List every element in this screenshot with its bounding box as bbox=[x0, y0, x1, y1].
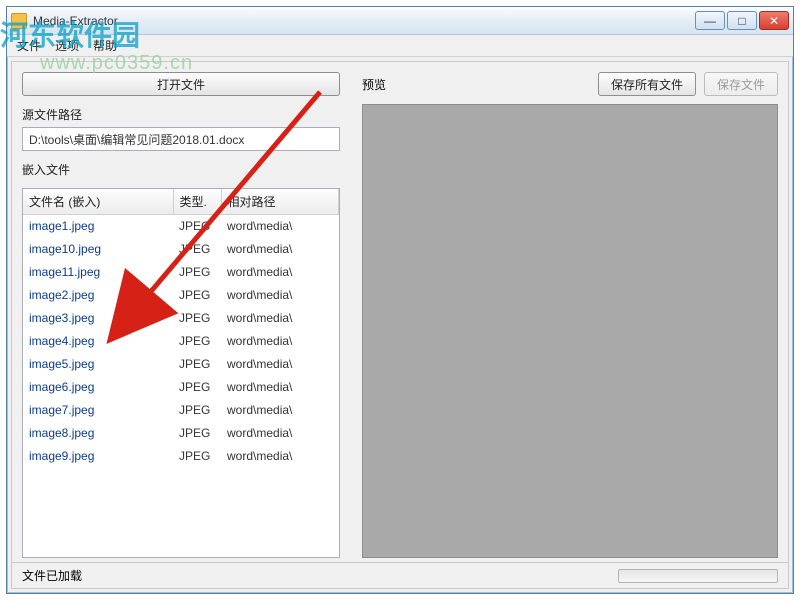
app-icon bbox=[11, 13, 27, 29]
left-panel: 打开文件 源文件路径 D:\tools\桌面\编辑常见问题2018.01.doc… bbox=[12, 62, 350, 562]
cell-type: JPEG bbox=[173, 353, 221, 376]
table-row[interactable]: image3.jpegJPEGword\media\ bbox=[23, 307, 339, 330]
table-row[interactable]: image2.jpegJPEGword\media\ bbox=[23, 284, 339, 307]
cell-filename: image11.jpeg bbox=[23, 261, 173, 284]
menu-bar: 文件 选项 帮助 bbox=[7, 35, 793, 57]
cell-relpath: word\media\ bbox=[221, 261, 339, 284]
col-relpath[interactable]: 相对路径 bbox=[221, 189, 339, 215]
client-area: 打开文件 源文件路径 D:\tools\桌面\编辑常见问题2018.01.doc… bbox=[11, 61, 789, 589]
table-row[interactable]: image5.jpegJPEGword\media\ bbox=[23, 353, 339, 376]
table-row[interactable]: image11.jpegJPEGword\media\ bbox=[23, 261, 339, 284]
menu-file[interactable]: 文件 bbox=[17, 37, 41, 54]
cell-relpath: word\media\ bbox=[221, 445, 339, 468]
cell-type: JPEG bbox=[173, 215, 221, 238]
save-file-button[interactable]: 保存文件 bbox=[704, 72, 778, 96]
status-bar: 文件已加载 bbox=[12, 562, 788, 588]
cell-type: JPEG bbox=[173, 238, 221, 261]
table-row[interactable]: image9.jpegJPEGword\media\ bbox=[23, 445, 339, 468]
source-path-label: 源文件路径 bbox=[22, 106, 340, 123]
embedded-files-table[interactable]: 文件名 (嵌入) 类型. 相对路径 image1.jpegJPEGword\me… bbox=[22, 188, 340, 558]
cell-type: JPEG bbox=[173, 307, 221, 330]
menu-options[interactable]: 选项 bbox=[55, 37, 79, 54]
table-row[interactable]: image10.jpegJPEGword\media\ bbox=[23, 238, 339, 261]
embedded-files-label: 嵌入文件 bbox=[22, 161, 340, 178]
cell-filename: image3.jpeg bbox=[23, 307, 173, 330]
close-button[interactable]: ✕ bbox=[759, 11, 789, 30]
window-title: Media-Extractor bbox=[33, 14, 118, 28]
cell-type: JPEG bbox=[173, 376, 221, 399]
minimize-icon: — bbox=[704, 14, 716, 28]
cell-relpath: word\media\ bbox=[221, 238, 339, 261]
progress-bar bbox=[618, 569, 778, 583]
col-filename[interactable]: 文件名 (嵌入) bbox=[23, 189, 173, 215]
cell-relpath: word\media\ bbox=[221, 284, 339, 307]
col-type[interactable]: 类型. bbox=[173, 189, 221, 215]
cell-filename: image5.jpeg bbox=[23, 353, 173, 376]
cell-relpath: word\media\ bbox=[221, 215, 339, 238]
table-row[interactable]: image7.jpegJPEGword\media\ bbox=[23, 399, 339, 422]
open-file-button[interactable]: 打开文件 bbox=[22, 72, 340, 96]
cell-filename: image10.jpeg bbox=[23, 238, 173, 261]
preview-area bbox=[362, 104, 778, 558]
app-window: Media-Extractor — □ ✕ 文件 选项 帮助 打开文件 源文件路… bbox=[6, 6, 794, 594]
cell-filename: image9.jpeg bbox=[23, 445, 173, 468]
cell-relpath: word\media\ bbox=[221, 399, 339, 422]
cell-relpath: word\media\ bbox=[221, 353, 339, 376]
source-path-field[interactable]: D:\tools\桌面\编辑常见问题2018.01.docx bbox=[22, 127, 340, 151]
status-text: 文件已加载 bbox=[22, 567, 82, 584]
save-all-button[interactable]: 保存所有文件 bbox=[598, 72, 696, 96]
cell-type: JPEG bbox=[173, 445, 221, 468]
cell-filename: image1.jpeg bbox=[23, 215, 173, 238]
cell-relpath: word\media\ bbox=[221, 307, 339, 330]
cell-type: JPEG bbox=[173, 261, 221, 284]
cell-filename: image8.jpeg bbox=[23, 422, 173, 445]
table-row[interactable]: image8.jpegJPEGword\media\ bbox=[23, 422, 339, 445]
table-row[interactable]: image4.jpegJPEGword\media\ bbox=[23, 330, 339, 353]
cell-filename: image4.jpeg bbox=[23, 330, 173, 353]
title-bar[interactable]: Media-Extractor — □ ✕ bbox=[7, 7, 793, 35]
table-row[interactable]: image6.jpegJPEGword\media\ bbox=[23, 376, 339, 399]
preview-label: 预览 bbox=[362, 76, 386, 93]
cell-filename: image2.jpeg bbox=[23, 284, 173, 307]
menu-help[interactable]: 帮助 bbox=[93, 37, 117, 54]
cell-type: JPEG bbox=[173, 330, 221, 353]
cell-type: JPEG bbox=[173, 422, 221, 445]
table-row[interactable]: image1.jpegJPEGword\media\ bbox=[23, 215, 339, 238]
close-icon: ✕ bbox=[769, 14, 779, 28]
cell-type: JPEG bbox=[173, 284, 221, 307]
cell-relpath: word\media\ bbox=[221, 422, 339, 445]
cell-filename: image7.jpeg bbox=[23, 399, 173, 422]
cell-filename: image6.jpeg bbox=[23, 376, 173, 399]
cell-relpath: word\media\ bbox=[221, 330, 339, 353]
cell-relpath: word\media\ bbox=[221, 376, 339, 399]
cell-type: JPEG bbox=[173, 399, 221, 422]
minimize-button[interactable]: — bbox=[695, 11, 725, 30]
maximize-icon: □ bbox=[738, 14, 745, 28]
maximize-button[interactable]: □ bbox=[727, 11, 757, 30]
right-panel: 预览 保存所有文件 保存文件 bbox=[356, 62, 788, 562]
